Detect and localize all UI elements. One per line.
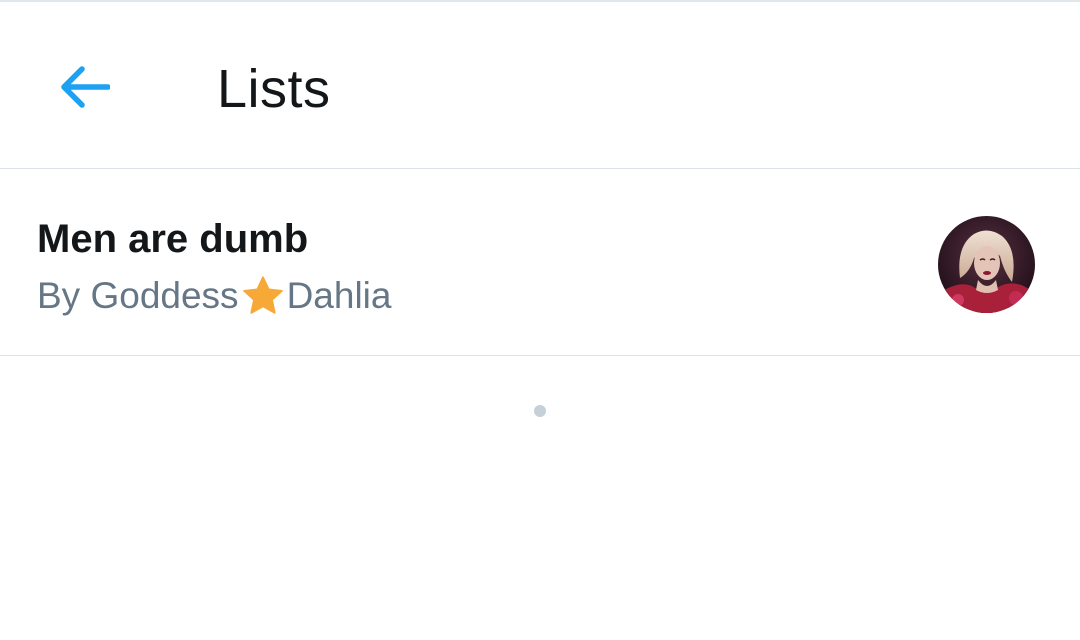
owner-avatar[interactable] — [938, 216, 1035, 313]
lists-screen: Lists Men are dumb By Goddess Dahlia — [0, 0, 1080, 640]
owner-name-suffix: Dahlia — [286, 275, 392, 316]
loading-indicator — [534, 405, 546, 417]
list-name: Men are dumb — [37, 217, 309, 261]
avatar-image — [938, 216, 1035, 313]
list-owner: By Goddess Dahlia — [37, 273, 391, 319]
app-header: Lists — [0, 2, 1080, 169]
star-icon — [242, 276, 283, 314]
list-item[interactable]: Men are dumb By Goddess Dahlia — [0, 170, 1080, 356]
arrow-left-icon — [61, 66, 110, 108]
back-button[interactable] — [44, 47, 124, 127]
page-title: Lists — [217, 59, 331, 119]
owner-name-prefix: By Goddess — [37, 275, 239, 316]
